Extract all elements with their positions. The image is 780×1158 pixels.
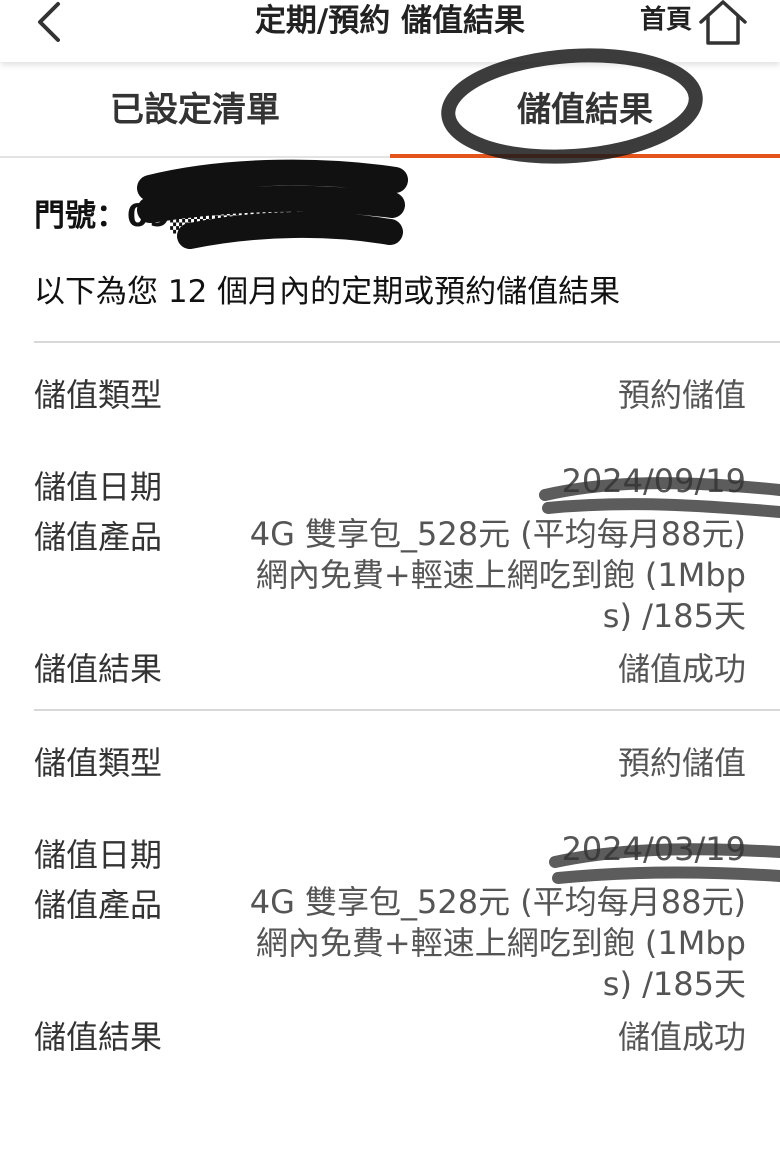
record-2-product-value: 4G 雙享包_528元 (平均每月88元) 網內免費+輕速上網吃到飽 (1Mbp… [186,882,746,1005]
tab-topup-results[interactable]: 儲值結果 [390,62,780,158]
record-1-date-label: 儲值日期 [34,468,163,506]
record-2-date-value: 2024/03/19 [561,830,746,868]
record-2-product-label: 儲值產品 [34,886,163,924]
record-1-date-value: 2024/09/19 [561,462,746,500]
tab-bar: 已設定清單 儲值結果 [0,62,780,158]
home-label: 首頁 [639,5,692,35]
product-line: 網內免費+輕速上網吃到飽 (1Mbp [255,924,746,962]
record-2-type-label: 儲值類型 [34,744,163,782]
record-1-type-value: 預約儲值 [617,376,746,414]
home-icon [699,0,747,45]
section-divider [34,341,780,343]
record-1-product-value: 4G 雙享包_528元 (平均每月88元) 網內免費+輕速上網吃到飽 (1Mbp… [186,514,746,637]
home-button[interactable]: 首頁 [640,0,748,48]
record-1-result-label: 儲值結果 [34,650,163,688]
record-1-result-value: 儲值成功 [617,650,746,688]
product-line: s) /185天 [602,597,746,635]
account-number: 門號：09▒▒▒▒▒08 [34,190,332,235]
results-notice: 以下為您 12 個月內的定期或預約儲值結果 [34,274,621,310]
product-line: 4G 雙享包_528元 (平均每月88元) [249,515,746,553]
app-header: 定期/預約 儲值結果 首頁 [0,0,780,62]
record-divider [34,709,780,711]
record-2-result-value: 儲值成功 [617,1018,746,1056]
account-number-value: 09▒▒▒▒▒08 [127,198,333,234]
account-label: 門號： [34,198,127,234]
record-2-type-value: 預約儲值 [617,744,746,782]
record-1-product-label: 儲值產品 [34,518,163,556]
product-line: 4G 雙享包_528元 (平均每月88元) [249,883,746,921]
record-2-date-label: 儲值日期 [34,836,163,874]
product-line: 網內免費+輕速上網吃到飽 (1Mbp [255,556,746,594]
tab-configured-list[interactable]: 已設定清單 [0,62,390,156]
record-2-result-label: 儲值結果 [34,1018,163,1056]
record-1-type-label: 儲值類型 [34,376,163,414]
product-line: s) /185天 [602,965,746,1003]
